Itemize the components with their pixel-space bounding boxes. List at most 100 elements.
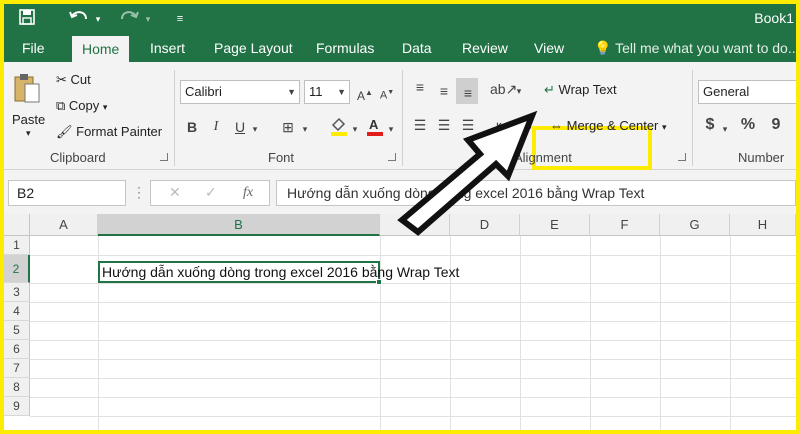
orientation-icon[interactable]: ab↗ [490,80,517,98]
row-header-1[interactable]: 1 [4,236,30,255]
gridline [30,359,796,360]
alignment-launcher-icon[interactable] [678,153,686,161]
select-all-corner[interactable] [4,214,30,236]
cut-button[interactable]: ✂ Cut [56,72,91,88]
gridline [30,397,796,398]
scissors-icon: ✂ [56,72,67,87]
gridline [30,302,796,303]
underline-dropdown-icon[interactable]: ▾ [250,120,260,138]
column-header-g[interactable]: G [660,214,730,236]
merge-center-button[interactable]: ⇔ Merge & Center ▾ [550,118,667,133]
row-header-4[interactable]: 4 [4,302,30,321]
currency-dropdown-icon[interactable]: ▾ [720,120,730,138]
redo-icon[interactable] [116,8,142,30]
decrease-font-icon[interactable]: A▼ [378,84,396,105]
formula-buttons: ✕ ✓ fx [150,180,270,206]
save-icon[interactable] [16,8,38,30]
gridline [660,236,661,430]
gridline [730,236,731,430]
font-name-combo[interactable]: Calibri ▼ [180,80,300,104]
enter-icon[interactable]: ✓ [205,184,217,201]
gridline [30,255,796,256]
font-color-icon[interactable]: A [364,116,386,140]
bold-button[interactable]: B [184,118,200,136]
wrap-text-icon: ↵ [544,82,555,97]
fill-color-icon[interactable] [328,116,350,140]
gridline [590,236,591,430]
tab-home[interactable]: Home [72,36,130,62]
currency-button[interactable]: $ [702,116,718,134]
workbook-title: Book1 [754,10,794,26]
gridline [30,321,796,322]
row-header-2[interactable]: 2 [4,255,30,283]
cell-b2-value: Hướng dẫn xuống dòng trong excel 2016 bằ… [102,264,460,280]
annotation-arrow-icon [397,110,538,236]
cancel-icon[interactable]: ✕ [169,184,181,201]
redo-dropdown-icon[interactable]: ▾ [142,8,154,30]
worksheet-grid: A B C D E F G H 1 2 3 4 5 6 7 8 9 Hướng … [4,214,796,430]
comma-style-button[interactable]: 9 [768,116,784,134]
tab-insert[interactable]: Insert [140,34,195,62]
row-header-6[interactable]: 6 [4,340,30,359]
row-header-8[interactable]: 8 [4,378,30,397]
column-header-h[interactable]: H [730,214,796,236]
name-box[interactable]: B2 [8,180,126,206]
excel-window: ▾ ▾ ≡ Book1 File Home Insert Page Layout… [4,4,796,430]
tab-view[interactable]: View [524,34,574,62]
font-group-label: Font [268,150,295,165]
clipboard-launcher-icon[interactable] [160,153,168,161]
borders-icon[interactable]: ⊞ [278,118,298,136]
tab-data[interactable]: Data [392,34,442,62]
more-options-icon[interactable]: ⋮ [132,183,146,201]
tab-review[interactable]: Review [452,34,518,62]
wrap-text-button[interactable]: ↵ Wrap Text [544,82,617,98]
font-size-combo[interactable]: 11 ▼ [304,80,350,104]
undo-dropdown-icon[interactable]: ▾ [92,8,104,30]
tell-me-search[interactable]: 💡 Tell me what you want to do... [594,34,796,62]
number-format-combo[interactable]: General [698,80,796,104]
tab-page-layout[interactable]: Page Layout [204,34,303,62]
underline-button[interactable]: U [232,118,248,136]
row-header-7[interactable]: 7 [4,359,30,378]
gridline [520,236,521,430]
row-header-3[interactable]: 3 [4,283,30,302]
paste-button[interactable]: Paste [12,112,45,127]
paste-dropdown-icon[interactable]: ▾ [26,128,31,139]
tab-formulas[interactable]: Formulas [306,34,384,62]
row-header-9[interactable]: 9 [4,397,30,416]
paste-icon[interactable] [12,72,42,106]
gridline [30,283,796,284]
gridline [30,340,796,341]
bottom-align-icon[interactable]: ≡ [458,84,478,102]
top-align-icon[interactable]: ≡ [410,78,430,96]
tab-file[interactable]: File [12,34,55,62]
borders-dropdown-icon[interactable]: ▾ [300,120,310,138]
column-header-f[interactable]: F [590,214,660,236]
copy-icon: ⧉ [56,98,66,113]
gridline [30,416,796,417]
ribbon-tabs: File Home Insert Page Layout Formulas Da… [4,34,796,62]
clipboard-group-label: Clipboard [50,150,106,165]
copy-button[interactable]: ⧉ Copy ▾ [56,98,107,114]
svg-text:A: A [369,117,379,132]
separator [174,70,175,166]
middle-align-icon[interactable]: ≡ [434,82,454,100]
increase-font-icon[interactable]: A▲ [356,84,374,105]
title-bar: ▾ ▾ ≡ Book1 [4,4,796,34]
separator [692,70,693,166]
insert-function-button[interactable]: fx [243,185,253,201]
format-painter-button[interactable]: 🖌 Format Painter [56,124,162,140]
column-header-b[interactable]: B [98,214,380,236]
undo-icon[interactable] [66,8,92,30]
number-group-label: Number [738,150,785,165]
paintbrush-icon: 🖌 [56,124,73,139]
row-header-5[interactable]: 5 [4,321,30,340]
percent-button[interactable]: % [740,116,756,134]
merge-icon: ⇔ [550,118,563,133]
orientation-dropdown-icon[interactable]: ▾ [514,82,524,100]
italic-button[interactable]: I [208,118,224,136]
customize-icon[interactable]: ≡ [172,8,188,30]
column-header-a[interactable]: A [30,214,98,236]
lightbulb-icon: 💡 [594,40,612,56]
fill-dropdown-icon[interactable]: ▾ [350,120,360,138]
